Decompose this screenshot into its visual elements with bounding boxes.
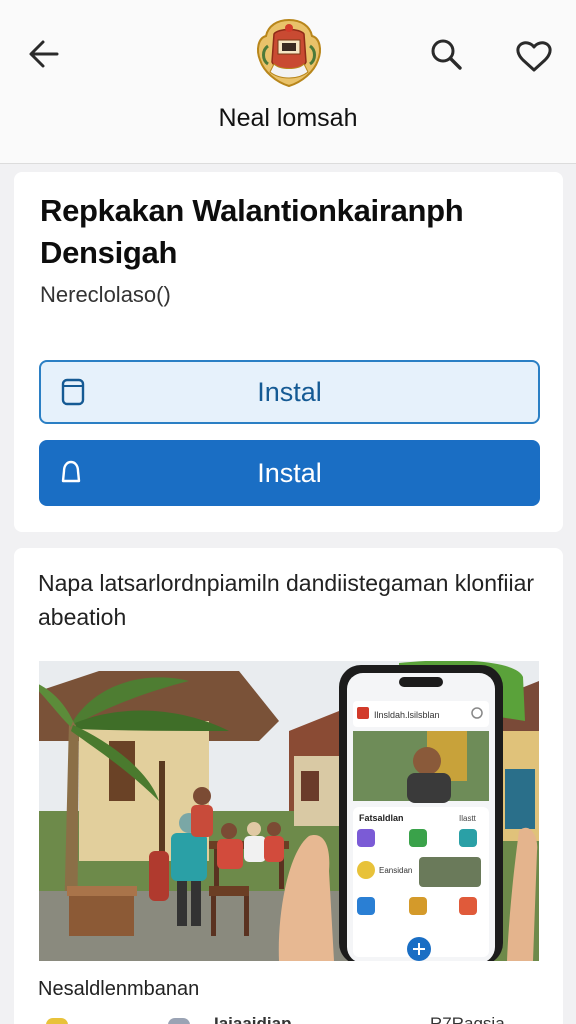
arrow-left-icon <box>29 40 59 68</box>
app-description: Napa latsarlordnpiamiln dandiistegaman k… <box>38 570 535 630</box>
tablet-icon <box>61 378 85 406</box>
phone-panel-title: Fatsaldlan <box>359 813 404 823</box>
info-row: Iaiaaidiap R7Ragsia <box>38 1010 538 1024</box>
search-button[interactable] <box>426 34 466 74</box>
app-header: Neal lomsah <box>0 0 576 164</box>
phone-topbar-text: Ilnsldah.lsilsblan <box>374 710 440 720</box>
bell-icon <box>61 460 81 483</box>
coat-of-arms-logo <box>257 18 321 88</box>
about-card: Napa latsarlordnpiamiln dandiistegaman k… <box>14 548 563 1024</box>
header-title: Neal lomsah <box>218 104 358 132</box>
screenshot-caption: Nesaldlenmbanan <box>38 978 200 1000</box>
info-row-right-text[interactable]: R7Ragsia <box>430 1014 505 1024</box>
village-scene-illustration: Ilnsldah.lsilsblan Fatsaldlan Ilastt Ean… <box>39 661 539 961</box>
yellow-dot-icon <box>46 1018 68 1024</box>
heart-outline-icon <box>516 41 552 72</box>
app-screenshot-image[interactable]: Ilnsldah.lsilsblan Fatsaldlan Ilastt Ean… <box>39 661 539 961</box>
phone-panel-tag: Ilastt <box>459 814 477 823</box>
search-icon <box>431 39 462 70</box>
app-title: Repkakan Walantionkairanph Densigah <box>40 193 464 270</box>
phone-row-text: Eansidan <box>379 866 412 875</box>
install-button-primary[interactable]: Instal <box>39 440 540 506</box>
app-info-card: Repkakan Walantionkairanph Densigah Nere… <box>14 172 563 532</box>
gray-shape-icon <box>168 1018 190 1024</box>
install-button-label: Instal <box>257 457 322 488</box>
favorite-button[interactable] <box>512 34 556 78</box>
app-subtitle: Nereclolaso() <box>40 282 171 307</box>
install-button-label: Instal <box>257 376 322 407</box>
info-row-left-text: Iaiaaidiap <box>214 1014 292 1024</box>
back-button[interactable] <box>24 34 64 74</box>
install-button-outline[interactable]: Instal <box>39 360 540 424</box>
